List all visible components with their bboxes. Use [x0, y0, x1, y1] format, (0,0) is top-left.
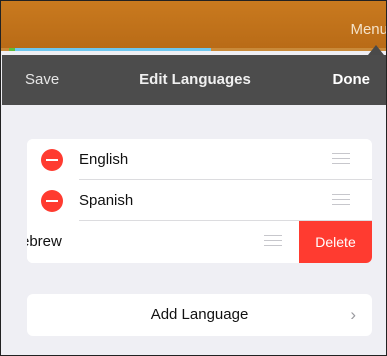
language-list: English Spanish ebrew Delete	[27, 139, 372, 263]
add-language-label: Add Language	[150, 306, 249, 323]
reorder-grip-icon[interactable]	[332, 194, 350, 206]
done-button[interactable]: Done	[333, 71, 371, 88]
language-row-hebrew: ebrew Delete	[27, 221, 372, 263]
minus-circle-icon[interactable]	[41, 190, 63, 212]
popover-arrow	[368, 45, 384, 55]
delete-button[interactable]: Delete	[299, 221, 372, 263]
edit-languages-popover: Save Edit Languages Done English Spanish…	[2, 55, 386, 355]
language-label: ebrew	[27, 233, 62, 250]
language-label: Spanish	[79, 192, 134, 209]
chevron-right-icon: ›	[350, 305, 356, 324]
header-strip	[1, 48, 386, 51]
strip-blue-segment	[15, 48, 211, 51]
popover-nav-bar: Save Edit Languages Done	[2, 55, 386, 105]
language-row-spanish: Spanish	[27, 180, 372, 221]
add-language-button[interactable]: Add Language ›	[27, 294, 372, 336]
reorder-grip-icon[interactable]	[332, 153, 350, 165]
language-row-english: English	[27, 139, 372, 180]
app-header: Menu	[1, 1, 386, 51]
reorder-grip-icon[interactable]	[264, 235, 282, 247]
page-title: Edit Languages	[139, 71, 251, 88]
screen: Menu Save Edit Languages Done English Sp…	[0, 0, 387, 356]
minus-circle-icon[interactable]	[41, 149, 63, 171]
language-label: English	[79, 151, 129, 168]
menu-button[interactable]: Menu	[350, 21, 386, 38]
